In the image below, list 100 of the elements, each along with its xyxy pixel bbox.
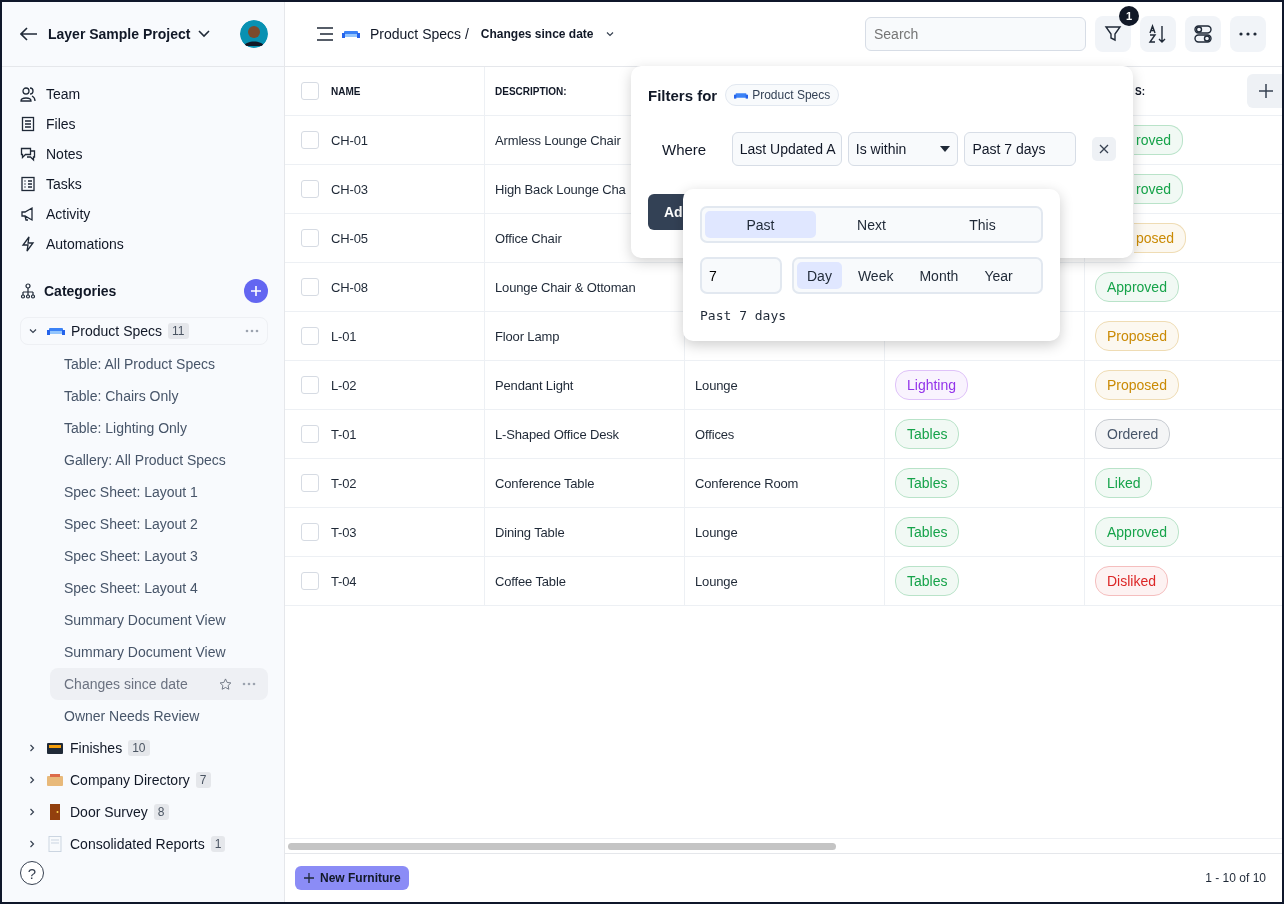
nav-item[interactable]: Notes: [20, 139, 284, 169]
value-select[interactable]: Past 7 days: [964, 132, 1077, 166]
tag: Tables: [895, 566, 960, 596]
category-item[interactable]: Finishes 10: [20, 732, 268, 764]
view-item[interactable]: Summary Document View: [20, 636, 268, 668]
segment-tab[interactable]: Next: [816, 211, 927, 238]
nav-item[interactable]: Activity: [20, 199, 284, 229]
search-field[interactable]: Search: [865, 17, 1086, 51]
chevron-right-icon[interactable]: [28, 744, 36, 752]
column-header[interactable]: S:: [1135, 85, 1145, 97]
nav-item[interactable]: Tasks: [20, 169, 284, 199]
scrollbar-thumb[interactable]: [288, 842, 836, 850]
lightning-icon: [20, 236, 36, 252]
checkbox[interactable]: [301, 82, 319, 100]
amount-field[interactable]: 7: [700, 257, 782, 294]
chevron-right-icon[interactable]: [28, 776, 36, 784]
checkbox[interactable]: [301, 278, 319, 296]
table-cell: Conference Room: [695, 475, 799, 491]
help-button[interactable]: ?: [20, 861, 44, 885]
table-cell: CH-05: [331, 230, 368, 246]
more-button[interactable]: [1230, 16, 1266, 52]
checklist-icon: [20, 176, 36, 192]
nav-item[interactable]: Automations: [20, 229, 284, 259]
view-item[interactable]: Summary Document View: [20, 604, 268, 636]
table-cell: T-03: [331, 524, 357, 540]
nav-item[interactable]: Files: [20, 109, 284, 139]
view-item[interactable]: Table: All Product Specs: [20, 348, 268, 380]
avatar[interactable]: [240, 20, 268, 48]
table-cell: L-01: [331, 328, 357, 344]
tag: Tables: [895, 517, 960, 547]
segment-tab[interactable]: Week: [847, 262, 904, 289]
category-item[interactable]: Door Survey 8: [20, 796, 268, 828]
star-icon[interactable]: [219, 677, 232, 691]
range-summary: Past 7 days: [700, 308, 788, 323]
category-item[interactable]: Product Specs 11: [20, 317, 268, 345]
view-item[interactable]: Gallery: All Product Specs: [20, 444, 268, 476]
project-title[interactable]: Layer Sample Project: [48, 26, 191, 42]
segment-tab[interactable]: Day: [797, 262, 842, 289]
table-cell: CH-01: [331, 132, 368, 148]
checkbox[interactable]: [301, 327, 319, 345]
view-item[interactable]: Spec Sheet: Layout 1: [20, 476, 268, 508]
view-title[interactable]: Changes since date: [480, 27, 594, 41]
category-item[interactable]: Company Directory 7: [20, 764, 268, 796]
tag: Liked: [1095, 468, 1153, 498]
table-cell: T-02: [331, 475, 357, 491]
checkbox[interactable]: [301, 474, 319, 492]
back-button[interactable]: [18, 25, 40, 43]
tag: Approved: [1095, 517, 1179, 547]
tag: Disliked: [1095, 566, 1168, 596]
add-category-button[interactable]: [244, 279, 268, 303]
view-item[interactable]: Table: Chairs Only: [20, 380, 268, 412]
tag: Tables: [895, 468, 960, 498]
add-column-button[interactable]: [1247, 74, 1282, 108]
view-item[interactable]: Spec Sheet: Layout 4: [20, 572, 268, 604]
view-item[interactable]: Owner Needs Review: [20, 700, 268, 732]
table-cell: CH-03: [331, 181, 368, 197]
checkbox[interactable]: [301, 425, 319, 443]
view-item[interactable]: Spec Sheet: Layout 2: [20, 508, 268, 540]
more-icon[interactable]: [245, 329, 259, 333]
segment-tab[interactable]: Year: [974, 262, 1023, 289]
chat-icon: [20, 146, 36, 162]
column-header[interactable]: NAME: [331, 85, 361, 97]
chevron-down-icon[interactable]: [198, 30, 211, 38]
nav-item[interactable]: Team: [20, 79, 284, 109]
column-header[interactable]: DESCRIPTION:: [495, 85, 567, 97]
tag: Proposed: [1095, 370, 1179, 400]
chevron-down-icon[interactable]: [29, 327, 37, 335]
field-select[interactable]: Last Updated A: [731, 132, 842, 166]
segment-tab[interactable]: This: [927, 211, 1038, 238]
chevron-right-icon[interactable]: [28, 840, 36, 848]
category-item[interactable]: Consolidated Reports 1: [20, 828, 268, 860]
more-icon[interactable]: [242, 682, 256, 686]
filter-count-badge: 1: [1119, 6, 1139, 26]
menu-icon[interactable]: [316, 27, 334, 41]
sort-button[interactable]: [1140, 16, 1176, 52]
operator-select[interactable]: Is within: [847, 132, 959, 166]
checkbox[interactable]: [301, 523, 319, 541]
view-item[interactable]: Changes since date: [50, 668, 268, 700]
chevron-down-icon[interactable]: [605, 31, 614, 37]
segment-tab[interactable]: Past: [705, 211, 816, 238]
more-icon: [1239, 32, 1257, 36]
view-item[interactable]: Spec Sheet: Layout 3: [20, 540, 268, 572]
view-item[interactable]: Table: Lighting Only: [20, 412, 268, 444]
breadcrumb-link[interactable]: Product Specs /: [370, 26, 469, 42]
checkbox[interactable]: [301, 229, 319, 247]
checkbox[interactable]: [301, 180, 319, 198]
chevron-right-icon[interactable]: [28, 808, 36, 816]
table-cell: Coffee Table: [495, 573, 566, 589]
checkbox[interactable]: [301, 376, 319, 394]
checkbox[interactable]: [301, 131, 319, 149]
plus-icon: [250, 285, 262, 297]
new-furniture-button[interactable]: New Furniture: [295, 866, 409, 890]
segment-tab[interactable]: Month: [909, 262, 969, 289]
box-icon: [46, 741, 64, 755]
toggle-button[interactable]: [1185, 16, 1221, 52]
close-button[interactable]: [1092, 137, 1116, 161]
plus-icon: [303, 872, 315, 884]
checkbox[interactable]: [301, 572, 319, 590]
tag: posed: [1134, 223, 1187, 253]
caret-down-icon: [940, 146, 951, 152]
